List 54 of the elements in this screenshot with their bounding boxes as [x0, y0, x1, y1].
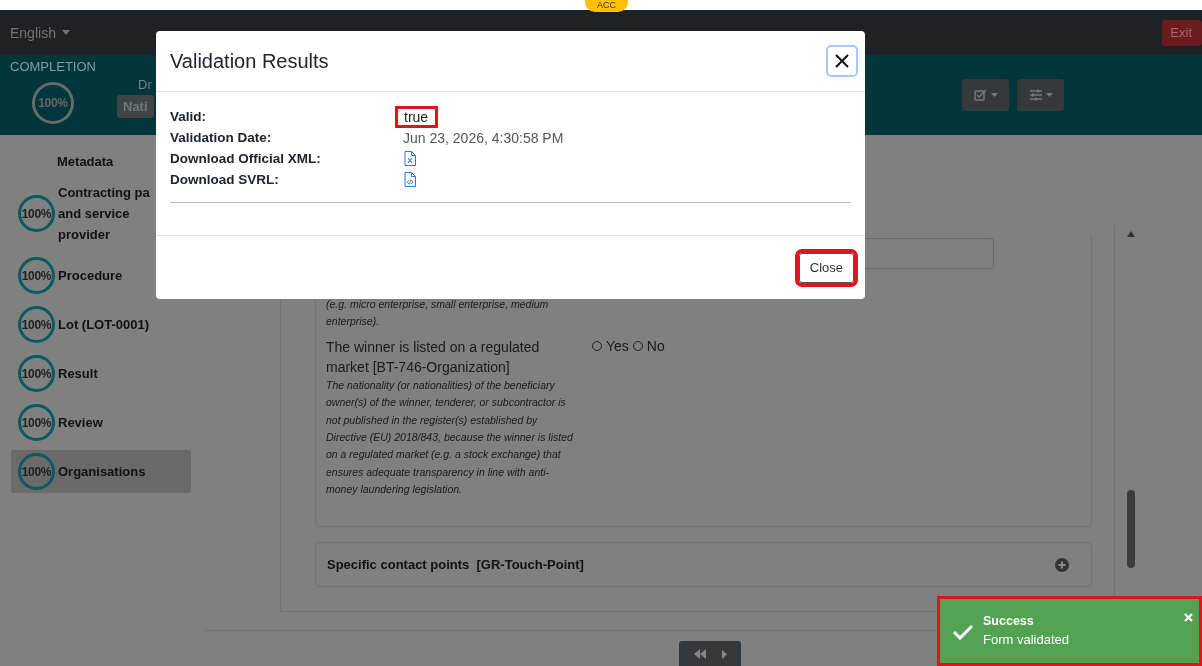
sidebar-item[interactable]: 100% Procedure	[11, 254, 123, 297]
field-label: Validation Date:	[170, 130, 273, 145]
completion-label: COMPLETION	[10, 59, 96, 74]
field-value: true	[395, 105, 439, 128]
field-hint: (e.g. micro enterprise, small enterprise, medium enterprise).	[326, 297, 550, 330]
progress-ring: 100%	[18, 453, 55, 490]
sidebar-item[interactable]: 100% Review	[11, 401, 103, 444]
close-icon	[1184, 613, 1193, 622]
toast-title: Success	[983, 614, 1035, 628]
close-icon	[835, 54, 849, 68]
environment-badge: ACC	[585, 0, 628, 12]
field-value: Jun 23, 2026, 4:30:58 PM	[403, 129, 564, 146]
file-x-icon[interactable]	[404, 151, 416, 166]
modal-title: Validation Results	[170, 49, 329, 73]
next-page-button[interactable]	[721, 649, 727, 659]
section-header[interactable]: Specific contact points [GR-Touch-Point]	[315, 542, 1092, 587]
progress-ring: 100%	[32, 82, 74, 124]
progress-ring: 100%	[18, 355, 55, 392]
sidebar-item[interactable]: Metadata	[11, 148, 114, 175]
question-hint: The nationality (or nationalities) of the beneficiary owner(s) of the winner, tenderer, or subcontractor is not published in the register(s) established by Directive (EU) 2018/843, because the winner is listed on a regulated market (e.g. a stock exchange) that ensures adequate transparency in line with anti-money laundering legislation.	[326, 377, 574, 498]
field-label: Download SVRL:	[170, 172, 280, 187]
checkmark-icon	[952, 624, 974, 640]
toast-message: Form validated	[983, 632, 1069, 647]
close-button[interactable]	[826, 45, 858, 77]
checklist-dropdown[interactable]	[962, 79, 1009, 111]
sidebar-item[interactable]: 100% Contracting pa and service provider	[11, 179, 153, 248]
scrollbar-thumb[interactable]	[1127, 490, 1135, 568]
progress-ring: 100%	[18, 306, 55, 343]
progress-ring: 100%	[18, 404, 55, 441]
radio-option[interactable]: Yes	[592, 337, 629, 354]
sidebar-item[interactable]: 100% Lot (LOT-0001)	[11, 303, 149, 346]
question-label: The winner is listed on a regulated market [BT-746-Organization]	[326, 337, 541, 377]
notice-type-badge: Nati	[117, 95, 154, 118]
scroll-up-icon	[1127, 231, 1135, 237]
exit-button[interactable]: Exit	[1162, 19, 1202, 46]
first-page-button[interactable]	[693, 649, 706, 659]
progress-ring: 100%	[18, 257, 55, 294]
progress-ring: 100%	[18, 195, 55, 232]
language-dropdown[interactable]: English	[10, 24, 70, 41]
file-code-icon[interactable]	[404, 172, 416, 187]
sliders-icon	[1028, 89, 1043, 101]
checkbox-icon	[973, 89, 988, 101]
caret-icon	[1045, 93, 1053, 97]
status-text: Dr	[138, 77, 152, 92]
sidebar-item[interactable]: 100% Result	[11, 352, 98, 395]
caret-icon	[61, 30, 70, 35]
caret-icon	[990, 93, 998, 97]
chevron-right-icon	[721, 649, 727, 659]
sidebar-item[interactable]: 100% Organisations	[11, 450, 191, 493]
settings-dropdown[interactable]	[1017, 79, 1064, 111]
field-label: Download Official XML:	[170, 151, 322, 166]
double-chevron-left-icon	[693, 649, 706, 659]
field-label: Valid:	[170, 109, 207, 124]
radio-option[interactable]: No	[632, 337, 665, 354]
